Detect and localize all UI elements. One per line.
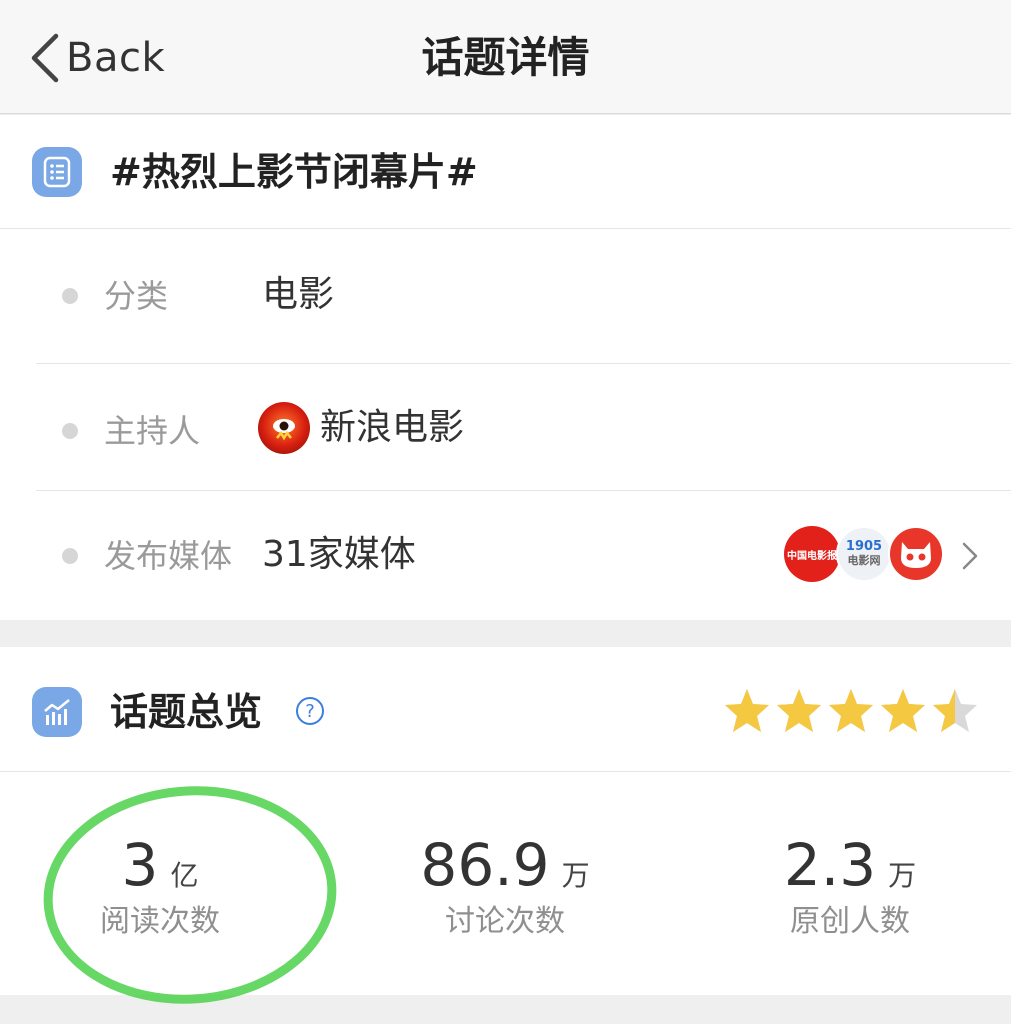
star-icon <box>777 689 821 732</box>
chevron-right-icon[interactable] <box>958 538 982 574</box>
stat-discussions: 86.9 万 讨论次数 <box>400 772 610 995</box>
question-circle-icon[interactable]: ? <box>296 697 324 725</box>
media-logo-1905: 1905 电影网 <box>836 526 892 582</box>
bar-chart-icon <box>32 687 82 737</box>
host-avatar[interactable] <box>258 402 310 454</box>
topic-title: #热烈上影节闭幕片# <box>110 150 478 194</box>
page-title: 话题详情 <box>421 33 590 82</box>
stat-unit: 万 <box>561 859 590 892</box>
stat-label: 原创人数 <box>790 904 910 939</box>
bullet-dot <box>62 423 78 439</box>
stat-label: 讨论次数 <box>445 904 565 939</box>
topic-info-card: #热烈上影节闭幕片# 分类 电影 主持人 新浪电影 发布媒体 31家媒体 中国电… <box>0 115 1011 620</box>
stat-reads: 3亿 阅读次数 <box>60 772 260 995</box>
stat-value: 2.3 <box>783 831 877 899</box>
list-icon <box>32 147 82 197</box>
category-row: 分类 电影 <box>36 230 1011 364</box>
media-logo-maoyan <box>888 526 944 582</box>
media-count: 31家媒体 <box>262 534 416 575</box>
stat-unit: 万 <box>888 859 917 892</box>
bullet-dot <box>62 548 78 564</box>
media-logos[interactable]: 中国电影报 1905 电影网 <box>784 526 944 582</box>
star-icon <box>881 689 925 732</box>
stat-original-authors: 2.3 万 原创人数 <box>750 772 950 995</box>
bullet-dot <box>62 288 78 304</box>
star-icon <box>725 689 769 732</box>
category-value: 电影 <box>262 274 335 315</box>
rating-stars <box>722 687 982 735</box>
cat-face-icon <box>901 542 931 568</box>
host-label: 主持人 <box>104 412 201 450</box>
media-row[interactable]: 发布媒体 31家媒体 中国电影报 1905 电影网 <box>36 492 1011 620</box>
stat-label: 阅读次数 <box>100 904 220 939</box>
host-name[interactable]: 新浪电影 <box>320 403 464 453</box>
category-label: 分类 <box>104 277 169 315</box>
overview-title: 话题总览 <box>110 690 263 734</box>
overview-card: 话题总览 ? 3亿 阅读次数 86.9 万 讨论次数 2.3 万 原创人数 <box>0 647 1011 995</box>
stat-unit: 亿 <box>170 859 199 892</box>
overview-header: 话题总览 ? <box>0 647 1011 772</box>
star-icon <box>933 689 977 732</box>
media-logo-china-film-news: 中国电影报 <box>784 526 840 582</box>
host-row[interactable]: 主持人 新浪电影 <box>36 357 1011 491</box>
stat-value: 86.9 <box>420 831 550 899</box>
eye-icon <box>273 419 295 441</box>
nav-bar: Back 话题详情 <box>0 0 1011 114</box>
media-label: 发布媒体 <box>104 537 233 575</box>
star-icon <box>829 689 873 732</box>
stat-value: 3 <box>121 831 159 899</box>
topic-header: #热烈上影节闭幕片# <box>0 115 1011 229</box>
